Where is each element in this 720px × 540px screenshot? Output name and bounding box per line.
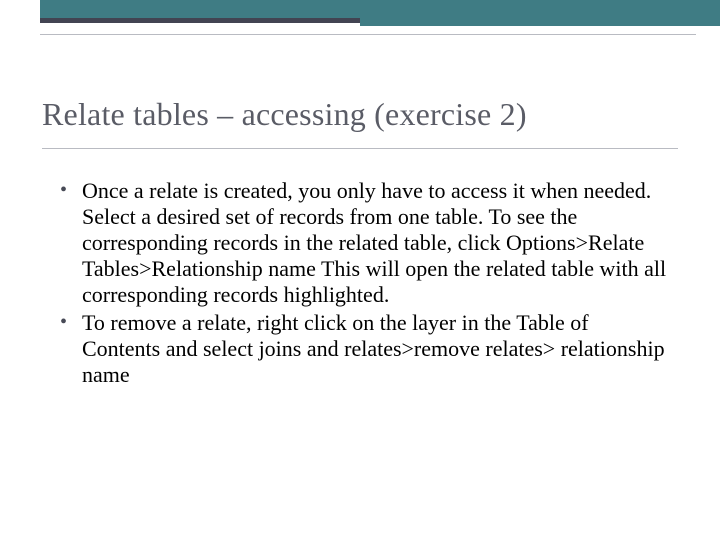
bullet-list: Once a relate is created, you only have … — [60, 178, 672, 388]
title-underline — [42, 148, 678, 149]
slide-body: Once a relate is created, you only have … — [60, 178, 672, 390]
bullet-item: To remove a relate, right click on the l… — [60, 310, 672, 388]
bullet-item: Once a relate is created, you only have … — [60, 178, 672, 308]
decor-rule-top — [40, 34, 696, 35]
decor-bar-teal-top — [40, 0, 720, 18]
slide: Relate tables – accessing (exercise 2) O… — [0, 0, 720, 540]
slide-title: Relate tables – accessing (exercise 2) — [42, 96, 678, 133]
decor-bar-dark-left — [40, 18, 360, 23]
decor-bar-teal-right — [360, 18, 720, 26]
